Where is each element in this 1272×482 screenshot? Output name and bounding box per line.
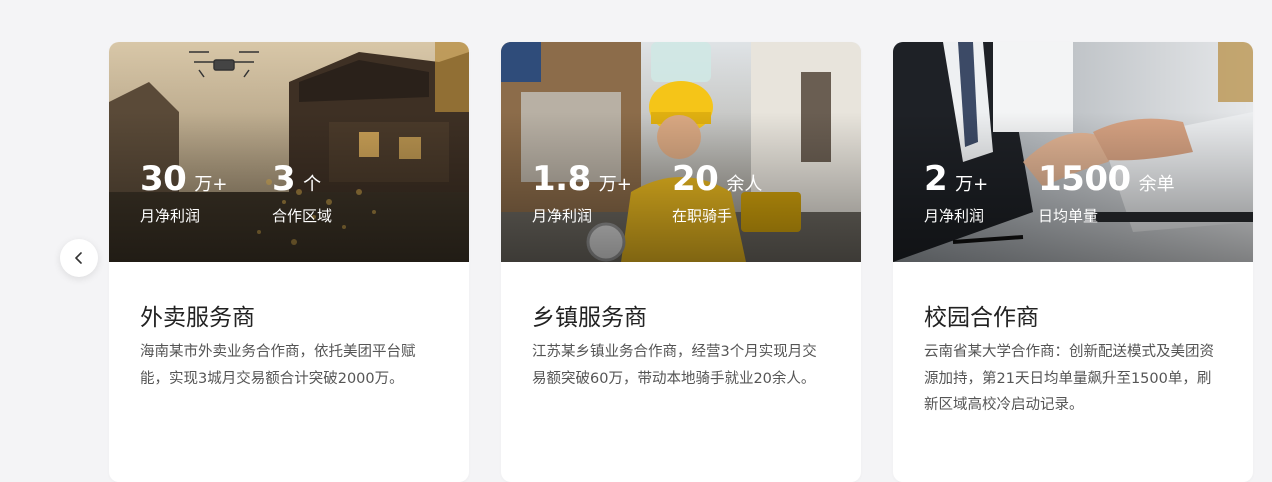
stat-unit: 万+ xyxy=(194,174,228,195)
case-image-delivery: 30 万+ 月净利润 3 个 合作区域 xyxy=(109,42,469,262)
case-card-delivery[interactable]: 30 万+ 月净利润 3 个 合作区域 外卖服务商 海南某市外卖业务合作商，依托… xyxy=(109,42,469,482)
stat-value: 1.8 xyxy=(532,159,591,199)
stat-label: 月净利润 xyxy=(140,207,201,225)
card-description: 海南某市外卖业务合作商，依托美团平台赋能，实现3城月交易额合计突破2000万。 xyxy=(140,344,416,387)
stat-value: 20 xyxy=(672,159,719,199)
card-title: 校园合作商 xyxy=(924,305,1039,331)
stat-label: 在职骑手 xyxy=(672,207,733,225)
chevron-left-icon xyxy=(75,252,82,264)
card-title: 乡镇服务商 xyxy=(532,305,647,331)
stat-value: 3 xyxy=(272,159,296,199)
case-card-campus[interactable]: 2 万+ 月净利润 1500 余单 日均单量 校园合作商 云南省某大学合作商：创… xyxy=(893,42,1253,482)
stat-label: 月净利润 xyxy=(924,207,985,225)
stat-unit: 万+ xyxy=(955,174,989,195)
card-description: 江苏某乡镇业务合作商，经营3个月实现月交易额突破60万，带动本地骑手就业20余人… xyxy=(532,344,817,387)
stat-value: 30 xyxy=(140,159,187,199)
stat-unit: 余单 xyxy=(1138,174,1175,195)
stat-unit: 万+ xyxy=(598,174,632,195)
case-card-township[interactable]: 1.8 万+ 月净利润 20 余人 在职骑手 乡镇服务商 江苏某乡镇业务合作商，… xyxy=(501,42,861,482)
card-description: 云南省某大学合作商：创新配送模式及美团资源加持，第21天日均单量飙升至1500单… xyxy=(924,344,1214,413)
stat-value: 2 xyxy=(924,159,948,199)
stat-unit: 个 xyxy=(303,174,322,195)
stat-label: 日均单量 xyxy=(1038,207,1099,225)
stat-label: 合作区域 xyxy=(272,207,333,225)
card-title: 外卖服务商 xyxy=(140,305,255,331)
carousel-prev-button[interactable] xyxy=(60,239,98,277)
stat-label: 月净利润 xyxy=(532,207,593,225)
stat-value: 1500 xyxy=(1038,159,1131,199)
case-image-campus: 2 万+ 月净利润 1500 余单 日均单量 xyxy=(893,42,1253,262)
stat-unit: 余人 xyxy=(726,174,763,195)
case-image-township: 1.8 万+ 月净利润 20 余人 在职骑手 xyxy=(501,42,861,262)
